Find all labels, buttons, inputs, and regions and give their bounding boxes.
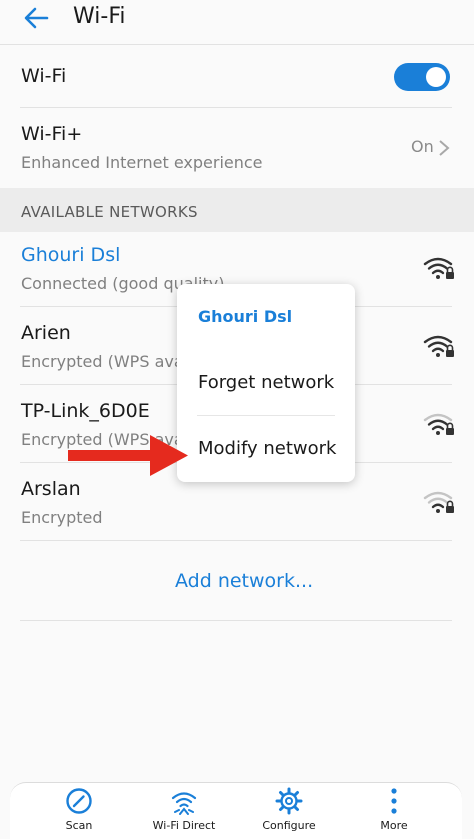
row-divider (20, 107, 452, 108)
row-divider (20, 540, 452, 541)
wifi-lock-icon (423, 257, 454, 279)
wifi-plus-status: On (411, 137, 434, 156)
network-name: Arien (21, 322, 71, 344)
wifi-toggle-switch[interactable] (394, 63, 450, 91)
chevron-right-icon (439, 140, 450, 156)
page-title: Wi-Fi (73, 4, 126, 29)
wifi-toggle-label: Wi-Fi (21, 65, 67, 87)
configure-label: Configure (262, 819, 316, 832)
app-header: Wi-Fi (0, 0, 474, 44)
scan-button[interactable]: Scan (34, 783, 124, 839)
section-label: AVAILABLE NETWORKS (21, 203, 198, 221)
menu-divider (197, 415, 335, 416)
add-network-button[interactable]: Add network... (175, 570, 313, 592)
more-label: More (380, 819, 408, 832)
row-divider (20, 620, 452, 621)
red-arrow-icon (68, 435, 188, 476)
network-name: TP-Link_6D0E (21, 400, 150, 422)
wifi-plus-subtitle: Enhanced Internet experience (21, 153, 263, 172)
wifi-plus-label: Wi-Fi+ (21, 123, 83, 145)
wifi-lock-icon (423, 491, 454, 513)
more-vert-icon (391, 788, 397, 814)
wifi-direct-icon (171, 792, 197, 815)
wifi-lock-icon (423, 413, 454, 435)
wifi-lock-icon (423, 335, 454, 357)
more-button[interactable]: More (349, 783, 439, 839)
wifi-direct-label: Wi-Fi Direct (152, 819, 216, 832)
scan-icon (66, 788, 92, 814)
configure-button[interactable]: Configure (244, 783, 334, 839)
network-status: Encrypted (21, 508, 103, 527)
section-header: AVAILABLE NETWORKS (0, 188, 474, 232)
bottom-nav-bar: Scan Wi-Fi Direct Configure More (10, 782, 462, 839)
modify-network-option[interactable]: Modify network (198, 438, 336, 459)
header-divider (0, 44, 474, 45)
wifi-direct-button[interactable]: Wi-Fi Direct (139, 783, 229, 839)
network-name: Arslan (21, 478, 81, 500)
gear-icon (275, 787, 303, 815)
network-context-menu: Ghouri Dsl Forget network Modify network (177, 284, 355, 482)
scan-label: Scan (65, 819, 93, 832)
forget-network-option[interactable]: Forget network (198, 372, 334, 393)
back-arrow-icon[interactable] (20, 2, 52, 34)
network-name: Ghouri Dsl (21, 244, 121, 266)
menu-title: Ghouri Dsl (198, 307, 293, 326)
toggle-knob (426, 67, 446, 87)
